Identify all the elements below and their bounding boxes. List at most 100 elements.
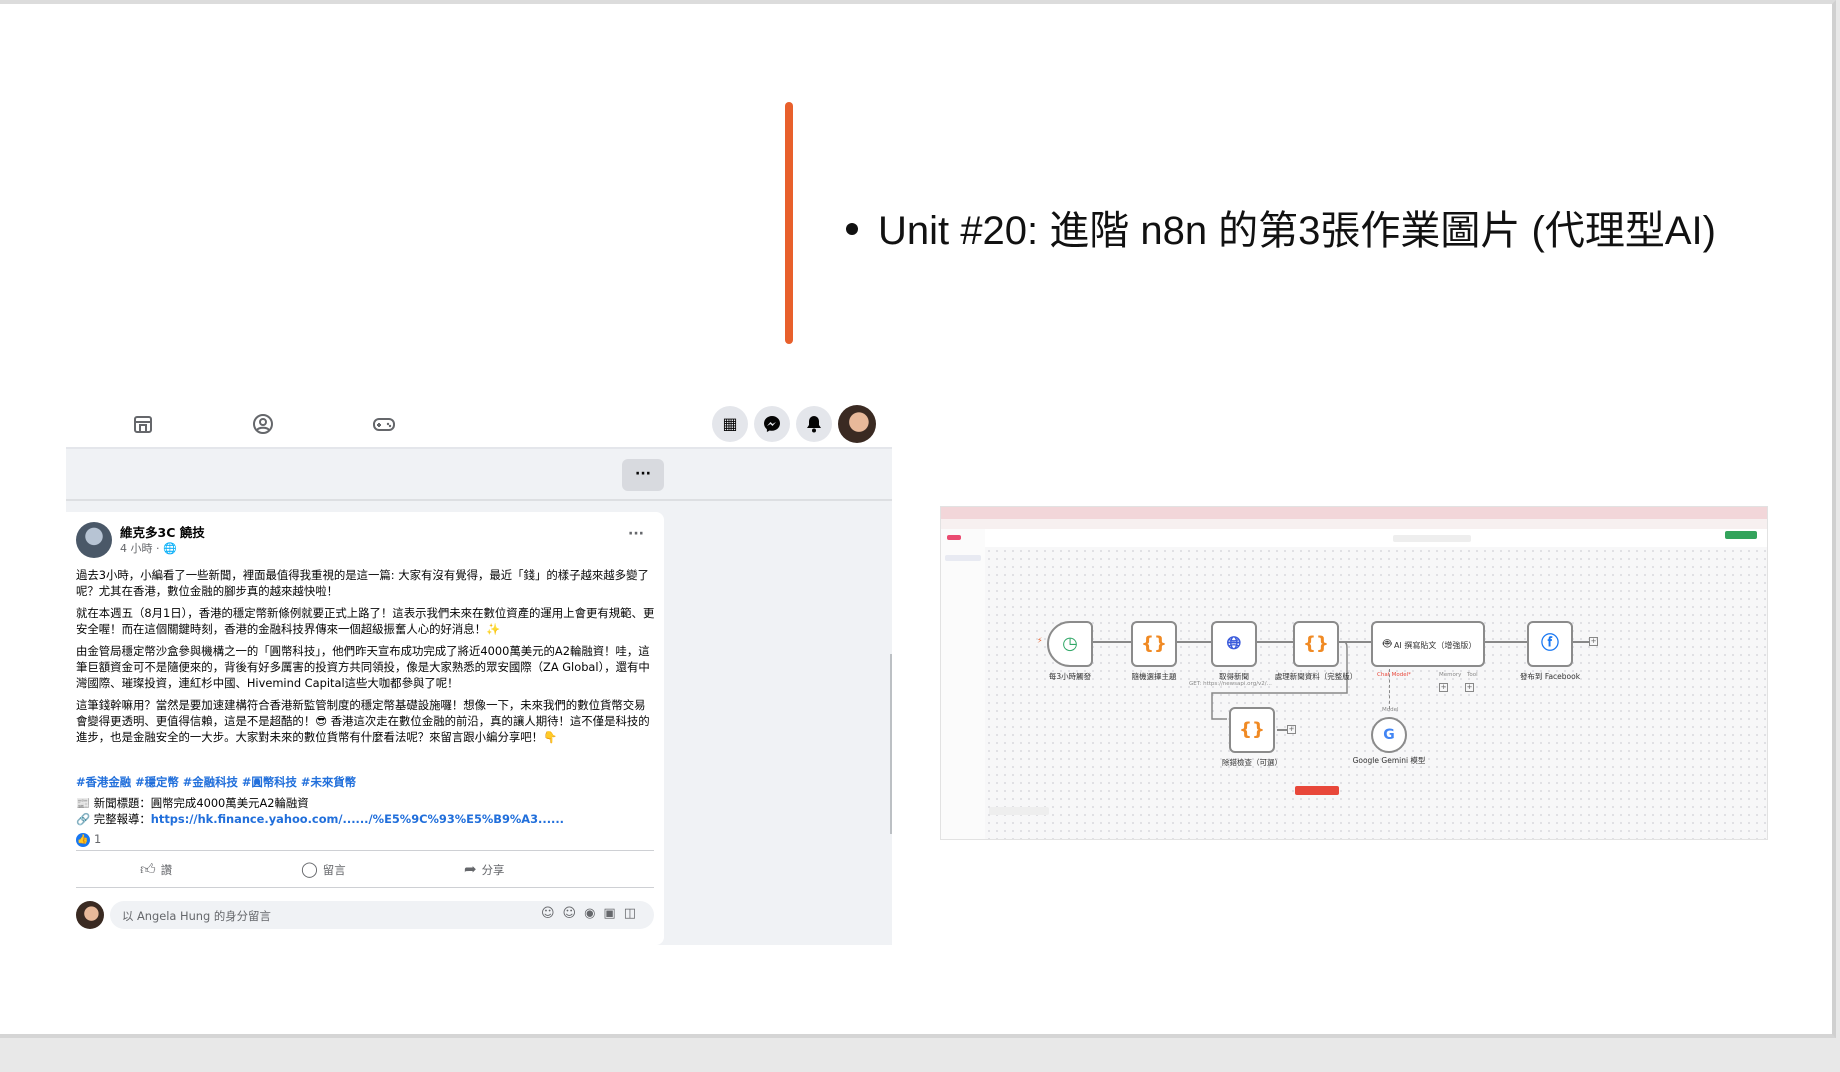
emoji-icon[interactable]: ☺	[563, 906, 585, 921]
sidebar-item-personal[interactable]	[945, 555, 981, 561]
post-hashtags[interactable]: #香港金融 #穩定幣 #金融科技 #圓幣科技 #未來貨幣	[76, 774, 356, 790]
like-badge-icon: 👍	[76, 832, 90, 847]
like-button[interactable]: 👍︎ 讚	[140, 860, 172, 879]
facebook-screenshot: ▦ ··· 維克多3C 饒技 4 小時 · 🌐 ··· 過去3小時，小編看了一些…	[66, 399, 892, 945]
like-label: 讚	[160, 863, 173, 877]
add-node-icon[interactable]: +	[1589, 637, 1598, 646]
post-author[interactable]: 維克多3C 饒技	[120, 522, 205, 541]
post-paragraph: 就在本週五（8月1日），香港的穩定幣新條例就要正式上路了！這表示我們未來在數位資…	[76, 606, 655, 636]
http-request-node[interactable]: 🌐︎	[1211, 621, 1257, 667]
add-memory-icon[interactable]: +	[1439, 683, 1448, 692]
gaming-icon[interactable]	[372, 413, 395, 435]
robot-icon: 🤖︎	[1383, 636, 1392, 652]
comment-input[interactable]: 以 Angela Hung 的身分留言 ☺☺◉▣◫	[110, 901, 654, 929]
node-label: 處理新聞資料（完整版）	[1274, 672, 1358, 681]
scrollbar[interactable]	[890, 654, 892, 834]
process-news-node[interactable]: {}	[1293, 621, 1339, 667]
marketplace-icon[interactable]	[132, 413, 154, 435]
node-label: 除錯檢查（可選）	[1222, 758, 1282, 767]
notifications-icon[interactable]	[796, 406, 832, 442]
n8n-logo	[947, 535, 961, 540]
model-connection	[1389, 669, 1390, 709]
node-subtitle: GET: https://newsapi.org/v2/...	[1189, 681, 1272, 687]
accent-bar	[785, 102, 793, 344]
post-paragraph: 過去3小時，小編看了一些新聞，裡面最值得我重視的是這一篇: 大家有沒有覺得，最近…	[76, 568, 649, 598]
tool-port[interactable]: Tool	[1467, 672, 1478, 678]
n8n-sidebar	[941, 529, 986, 839]
test-workflow-button[interactable]	[1295, 786, 1339, 795]
canvas-zoom-controls[interactable]	[989, 807, 1049, 815]
post-paragraph: 由金管局穩定幣沙盒參與機構之一的「圓幣科技」，他們昨天宣布成功完成了將近4000…	[76, 644, 650, 690]
save-button[interactable]	[1725, 531, 1757, 539]
bullet-dot	[846, 223, 858, 236]
comment-button[interactable]: ◯ 留言	[301, 860, 346, 878]
n8n-header	[985, 529, 1767, 548]
n8n-screenshot: + ◷ ⚡ 每3小時觸發 {} 隨機選擇主題 🌐︎ 取得新聞 GET: http…	[940, 506, 1768, 840]
post-card: 維克多3C 饒技 4 小時 · 🌐 ··· 過去3小時，小編看了一些新聞，裡面最…	[66, 512, 664, 945]
thumbs-up-icon: 👍︎	[140, 860, 156, 878]
chat-model-port[interactable]: Chat Model*	[1377, 672, 1411, 678]
add-node-icon[interactable]: +	[1287, 725, 1296, 734]
apps-grid-icon[interactable]: ▦	[712, 406, 748, 442]
post-paragraph: 這筆錢幹嘛用？當然是要加速建構符合香港新監管制度的穩定幣基礎設施囉！想像一下，未…	[76, 698, 650, 744]
post-time-text: 4 小時 ·	[120, 542, 163, 555]
add-tool-icon[interactable]: +	[1465, 683, 1474, 692]
ai-agent-node[interactable]: 🤖︎ AI 撰寫貼文（增強版）	[1371, 621, 1485, 667]
agent-label: AI 撰寫貼文（增強版）	[1393, 641, 1477, 650]
share-label: 分享	[481, 863, 505, 877]
code-braces-icon: {}	[1239, 719, 1265, 740]
globe-icon: 🌐	[163, 542, 177, 555]
facebook-icon: ⓕ	[1541, 633, 1559, 654]
debug-check-node[interactable]: {}	[1229, 707, 1275, 753]
gif-icon[interactable]: ▣	[603, 906, 623, 921]
post-action-bar: 👍︎ 讚 ◯ 留言 ➦ 分享	[76, 850, 654, 888]
facebook-topbar: ▦	[66, 399, 892, 449]
model-port: Model	[1382, 707, 1399, 713]
connection	[1277, 729, 1287, 731]
post-news: 📰 新聞標題：圓幣完成4000萬美元A2輪融資 🔗 完整報導：https://h…	[76, 795, 564, 827]
code-braces-icon: {}	[1303, 633, 1329, 654]
post-time[interactable]: 4 小時 · 🌐	[120, 540, 177, 556]
connection	[1485, 641, 1529, 643]
node-label: 發布到 Facebook	[1519, 672, 1581, 681]
sticker-icon[interactable]: ◫	[624, 906, 644, 921]
share-arrow-icon: ➦	[464, 860, 477, 878]
comment-placeholder: 以 Angela Hung 的身分留言	[122, 909, 271, 923]
browser-tabbar	[941, 507, 1767, 519]
comment-tools: ☺☺◉▣◫	[541, 906, 644, 921]
node-label: Google Gemini 模型	[1352, 756, 1426, 765]
globe-icon: 🌐︎	[1226, 633, 1242, 654]
messenger-icon[interactable]	[754, 406, 790, 442]
gemini-model-node[interactable]: G	[1371, 717, 1407, 753]
memory-port[interactable]: Memory	[1439, 672, 1461, 678]
facebook-post-node[interactable]: ⓕ	[1527, 621, 1573, 667]
like-summary[interactable]: 👍 1	[76, 832, 101, 847]
slide: Unit #20: 進階 n8n 的第3張作業圖片 (代理型AI) ▦ ···	[0, 0, 1836, 1038]
comment-label: 留言	[322, 863, 346, 877]
commenter-avatar[interactable]	[76, 901, 104, 929]
avatar-sticker-icon[interactable]: ☺	[541, 906, 563, 921]
report-link[interactable]: https://hk.finance.yahoo.com/....../%E5%…	[151, 812, 564, 826]
slide-bullet: Unit #20: 進階 n8n 的第3張作業圖片 (代理型AI)	[846, 198, 1716, 256]
like-count: 1	[94, 832, 102, 846]
post-author-avatar[interactable]	[76, 522, 112, 558]
schedule-trigger-node[interactable]: ◷	[1047, 621, 1093, 667]
bullet-text: Unit #20: 進階 n8n 的第3張作業圖片 (代理型AI)	[878, 209, 1716, 253]
news-title: 📰 新聞標題：圓幣完成4000萬美元A2輪融資	[76, 796, 309, 810]
clock-icon: ◷	[1062, 633, 1078, 654]
profile-avatar[interactable]	[838, 405, 876, 443]
more-options-button[interactable]: ···	[622, 459, 664, 491]
section-divider	[66, 499, 892, 501]
comment-bubble-icon: ◯	[301, 860, 318, 878]
random-topic-node[interactable]: {}	[1131, 621, 1177, 667]
share-button[interactable]: ➦ 分享	[464, 860, 504, 878]
workflow-canvas[interactable]: + ◷ ⚡ 每3小時觸發 {} 隨機選擇主題 🌐︎ 取得新聞 GET: http…	[985, 547, 1767, 839]
trigger-bolt-icon: ⚡	[1037, 636, 1043, 645]
news-report: 🔗 完整報導：https://hk.finance.yahoo.com/....…	[76, 811, 564, 827]
editor-tabs[interactable]	[1393, 535, 1471, 542]
camera-icon[interactable]: ◉	[584, 906, 603, 921]
report-label: 🔗 完整報導：	[76, 812, 151, 826]
post-more-icon[interactable]: ···	[628, 526, 644, 542]
groups-icon[interactable]	[252, 413, 274, 435]
connection	[1573, 641, 1589, 643]
